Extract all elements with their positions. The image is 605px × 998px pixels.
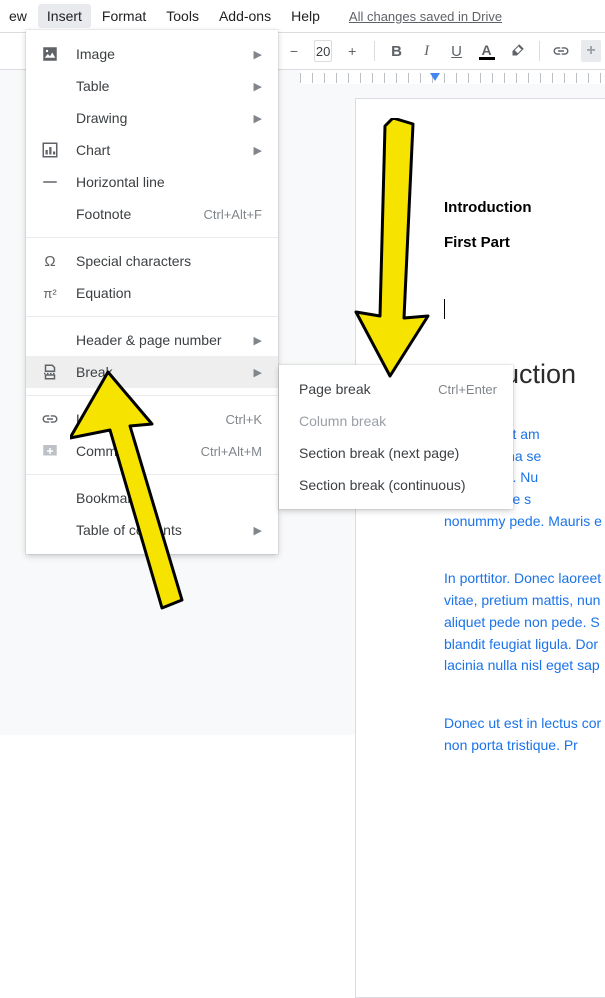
- menu-item-label: Header & page number: [76, 332, 254, 348]
- link-icon: [40, 409, 60, 429]
- menu-item-label: Horizontal line: [76, 174, 262, 190]
- submenu-item-column-break: Column break: [279, 405, 513, 437]
- horizontal-line-icon: [40, 172, 60, 192]
- add-comment-button[interactable]: +: [577, 38, 605, 64]
- submenu-arrow-icon: ▶: [254, 334, 262, 347]
- menu-separator: [26, 474, 278, 475]
- submenu-arrow-icon: ▶: [254, 112, 262, 125]
- menu-item-label: Section break (continuous): [299, 477, 497, 493]
- body-paragraph: In porttitor. Donec laoreet vitae, preti…: [444, 568, 605, 676]
- submenu-item-section-break-continuous[interactable]: Section break (continuous): [279, 469, 513, 501]
- menu-item-image[interactable]: Image ▶: [26, 38, 278, 70]
- menu-item-label: Table of contents: [76, 522, 254, 538]
- menu-item-label: Chart: [76, 142, 254, 158]
- font-size-input[interactable]: 20: [314, 40, 332, 62]
- menu-item-equation[interactable]: π² Equation: [26, 277, 278, 309]
- menu-shortcut: Ctrl+K: [226, 412, 262, 427]
- menu-item-link[interactable]: Link Ctrl+K: [26, 403, 278, 435]
- menu-item-chart[interactable]: Chart ▶: [26, 134, 278, 166]
- menu-separator: [26, 395, 278, 396]
- menu-item-label: Drawing: [76, 110, 254, 126]
- menu-shortcut: Ctrl+Alt+F: [203, 207, 262, 222]
- menu-item-label: Comment: [76, 443, 201, 459]
- document-title-fragment: uction: [504, 359, 605, 390]
- text-color-glyph: A: [482, 43, 492, 57]
- menu-item-horizontal-line[interactable]: Horizontal line: [26, 166, 278, 198]
- image-icon: [40, 44, 60, 64]
- menu-item-special-characters[interactable]: Ω Special characters: [26, 245, 278, 277]
- font-size-decrease-button[interactable]: −: [280, 38, 308, 64]
- menu-separator: [26, 237, 278, 238]
- heading-first-part: First Part: [444, 234, 605, 251]
- menu-item-comment[interactable]: Comment Ctrl+Alt+M: [26, 435, 278, 467]
- omega-icon: Ω: [40, 251, 60, 271]
- menu-item-break[interactable]: Break ▶: [26, 356, 278, 388]
- menu-item-label: Image: [76, 46, 254, 62]
- menu-item-label: Link: [76, 411, 226, 427]
- insert-link-button[interactable]: [547, 38, 575, 64]
- submenu-item-section-break-next-page[interactable]: Section break (next page): [279, 437, 513, 469]
- menu-shortcut: Ctrl+Enter: [438, 382, 497, 397]
- document-page[interactable]: Introduction First Part uction um dolor …: [355, 98, 605, 998]
- menu-tools[interactable]: Tools: [157, 4, 208, 28]
- underline-button[interactable]: U: [443, 38, 471, 64]
- menu-item-header-page-number[interactable]: Header & page number ▶: [26, 324, 278, 356]
- pi-icon: π²: [40, 283, 60, 303]
- insert-dropdown: Image ▶ Table ▶ Drawing ▶ Chart ▶ Horizo…: [26, 30, 278, 554]
- highlight-button[interactable]: [503, 38, 531, 64]
- menu-help[interactable]: Help: [282, 4, 329, 28]
- menu-shortcut: Ctrl+Alt+M: [201, 444, 262, 459]
- menu-item-drawing[interactable]: Drawing ▶: [26, 102, 278, 134]
- menu-item-bookmark[interactable]: Bookmark: [26, 482, 278, 514]
- link-icon: [552, 42, 570, 60]
- heading-introduction: Introduction: [444, 199, 605, 216]
- menubar: ew Insert Format Tools Add-ons Help All …: [0, 0, 605, 32]
- menu-item-label: Equation: [76, 285, 262, 301]
- menu-item-label: Table: [76, 78, 254, 94]
- submenu-arrow-icon: ▶: [254, 524, 262, 537]
- menu-addons[interactable]: Add-ons: [210, 4, 280, 28]
- indent-marker[interactable]: [430, 73, 440, 81]
- save-status[interactable]: All changes saved in Drive: [349, 9, 502, 24]
- text-cursor: [444, 299, 445, 319]
- submenu-arrow-icon: ▶: [254, 80, 262, 93]
- menu-separator: [26, 316, 278, 317]
- menu-format[interactable]: Format: [93, 4, 155, 28]
- menu-item-footnote[interactable]: Footnote Ctrl+Alt+F: [26, 198, 278, 230]
- menu-insert[interactable]: Insert: [38, 4, 91, 28]
- menu-item-label: Bookmark: [76, 490, 262, 506]
- menu-item-table[interactable]: Table ▶: [26, 70, 278, 102]
- text-color-button[interactable]: A: [473, 38, 501, 64]
- chart-icon: [40, 140, 60, 160]
- submenu-arrow-icon: ▶: [254, 366, 262, 379]
- menu-item-label: Page break: [299, 381, 438, 397]
- submenu-arrow-icon: ▶: [254, 48, 262, 61]
- comment-icon: [40, 441, 60, 461]
- menu-item-table-of-contents[interactable]: Table of contents ▶: [26, 514, 278, 546]
- menu-view[interactable]: ew: [0, 4, 36, 28]
- page-break-icon: [40, 362, 60, 382]
- highlighter-icon: [508, 42, 526, 60]
- break-submenu: Page break Ctrl+Enter Column break Secti…: [279, 365, 513, 509]
- menu-item-label: Column break: [299, 413, 497, 429]
- menu-item-label: Break: [76, 364, 254, 380]
- menu-item-label: Special characters: [76, 253, 262, 269]
- submenu-arrow-icon: ▶: [254, 144, 262, 157]
- submenu-item-page-break[interactable]: Page break Ctrl+Enter: [279, 373, 513, 405]
- font-size-increase-button[interactable]: +: [338, 38, 366, 64]
- plus-icon: +: [581, 40, 601, 62]
- bold-button[interactable]: B: [383, 38, 411, 64]
- menu-item-label: Footnote: [76, 206, 203, 222]
- menu-item-label: Section break (next page): [299, 445, 497, 461]
- italic-button[interactable]: I: [413, 38, 441, 64]
- text-color-bar: [479, 57, 495, 60]
